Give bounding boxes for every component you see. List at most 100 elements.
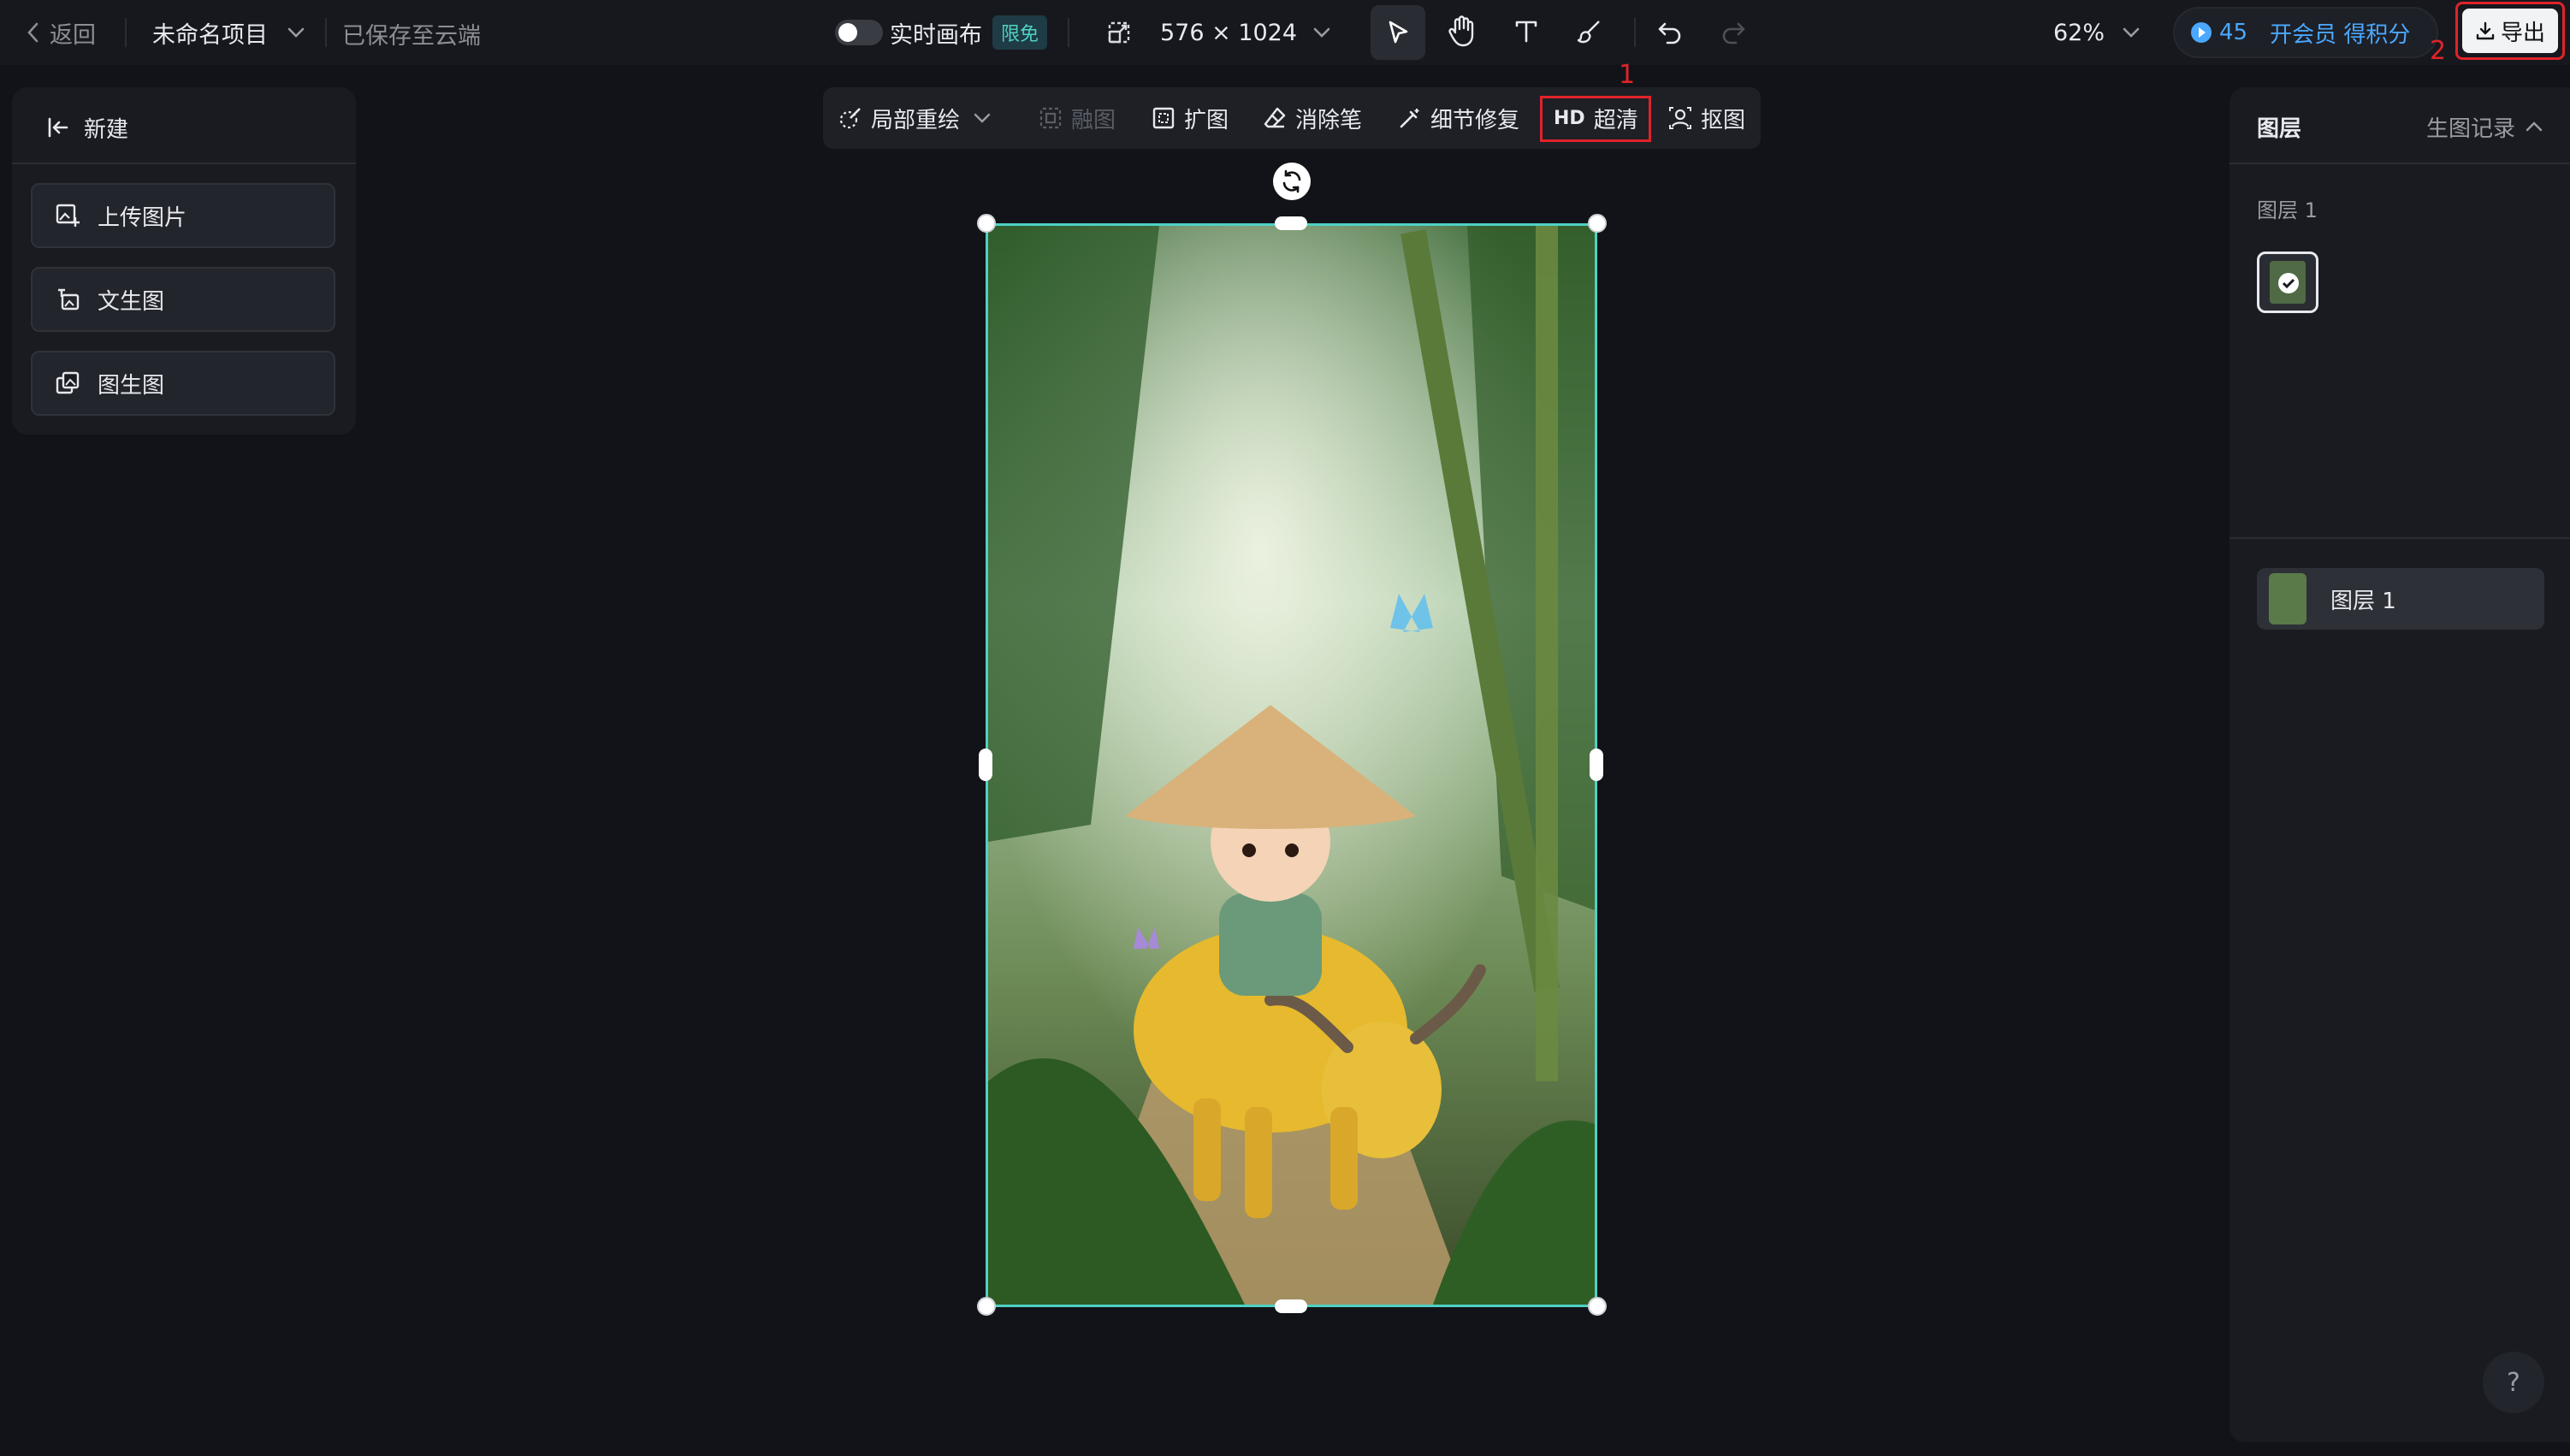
cutout-icon	[1669, 107, 1691, 129]
annotation-number-1: 1	[1619, 60, 1636, 90]
resize-handle-top-left[interactable]	[977, 214, 996, 233]
new-label: 新建	[84, 116, 129, 143]
canvas-image[interactable]	[986, 223, 1597, 1307]
credits-count: 45	[2219, 20, 2248, 45]
back-label: 返回	[50, 21, 96, 49]
expand-icon	[1152, 107, 1175, 129]
left-panel: 新建 上传图片 文生图 图生图	[12, 87, 356, 435]
highlight-box-1	[1540, 96, 1651, 142]
credit-coin-icon	[2191, 22, 2212, 43]
eraser-tool[interactable]: 消除笔	[1263, 87, 1362, 149]
resize-handle-left[interactable]	[979, 749, 992, 781]
upload-image-label: 上传图片	[98, 204, 187, 231]
brush-tool-button[interactable]	[1576, 17, 1603, 44]
hand-tool-button[interactable]	[1448, 14, 1477, 48]
select-tool-button[interactable]	[1371, 5, 1425, 60]
resize-handle-top[interactable]	[1275, 216, 1307, 230]
layer-group-title: 图层 1	[2257, 198, 2318, 222]
image-bamboo-forest-boy-ox	[988, 226, 1595, 1305]
detail-fix-tool[interactable]: 细节修复	[1398, 87, 1519, 149]
redo-button[interactable]	[1720, 17, 1747, 44]
zoom-dropdown[interactable]: 62%	[2053, 17, 2141, 48]
help-button[interactable]: ?	[2483, 1352, 2544, 1413]
zoom-value: 62%	[2053, 19, 2105, 46]
image-to-image-label: 图生图	[98, 372, 165, 399]
inpaint-tool[interactable]: 局部重绘	[838, 87, 991, 149]
inpaint-brush-icon	[839, 108, 861, 129]
history-thumbnail-selected[interactable]	[2257, 252, 2318, 313]
tab-generation-history[interactable]: 生图记录	[2426, 111, 2543, 142]
text-tool-button[interactable]	[1513, 17, 1540, 44]
expand-label: 扩图	[1184, 107, 1229, 133]
check-circle-icon	[2278, 273, 2299, 293]
divider	[325, 18, 327, 47]
cutout-tool[interactable]: 抠图	[1668, 87, 1745, 149]
resize-handle-top-right[interactable]	[1588, 214, 1607, 233]
export-button[interactable]: 导出	[2462, 9, 2558, 53]
inpaint-label: 局部重绘	[871, 107, 961, 133]
chevron-down-icon	[1313, 27, 1330, 38]
divider	[125, 18, 127, 47]
chevron-down-icon	[2123, 27, 2140, 38]
resize-handle-bottom-left[interactable]	[977, 1297, 996, 1316]
cursor-arrow-icon	[1389, 21, 1408, 44]
toggle-switch[interactable]	[835, 20, 883, 45]
chevron-left-icon	[27, 22, 38, 43]
divider	[1634, 18, 1636, 47]
layer-item-label: 图层 1	[2330, 588, 2396, 614]
image-to-image-icon	[56, 371, 80, 394]
project-name-dropdown[interactable]: 未命名项目	[152, 17, 305, 49]
expand-tool[interactable]: 扩图	[1152, 87, 1229, 149]
eraser-label: 消除笔	[1295, 107, 1363, 133]
rotate-handle[interactable]	[1273, 163, 1311, 200]
text-to-image-icon	[58, 288, 80, 311]
canvas-size-dropdown[interactable]: 576 × 1024	[1107, 17, 1331, 48]
realtime-label: 实时画布	[890, 21, 982, 49]
resize-icon	[1108, 21, 1130, 44]
divider	[2230, 163, 2570, 164]
upload-image-icon	[56, 204, 80, 227]
credits-vip-pill[interactable]: 45 开会员 得积分	[2173, 7, 2438, 58]
canvas-size-value: 576 × 1024	[1160, 19, 1298, 46]
rotate-icon	[1282, 169, 1301, 193]
tab-layers[interactable]: 图层	[2257, 111, 2301, 143]
new-header[interactable]: 新建	[46, 106, 128, 149]
divider	[12, 163, 356, 164]
chevron-down-icon	[974, 113, 991, 123]
detail-fix-label: 细节修复	[1430, 107, 1520, 133]
cutout-label: 抠图	[1701, 107, 1746, 133]
project-name: 未命名项目	[152, 21, 268, 49]
magic-wand-icon	[1400, 109, 1419, 128]
text-icon	[1515, 21, 1537, 43]
arrow-left-bar-icon	[48, 117, 68, 138]
undo-button[interactable]	[1656, 17, 1684, 44]
brush-icon	[1577, 21, 1600, 44]
image-to-image-button[interactable]: 图生图	[31, 351, 335, 416]
divider	[2230, 537, 2570, 539]
help-label: ?	[2507, 1367, 2520, 1398]
hand-icon	[1448, 15, 1474, 47]
resize-handle-bottom-right[interactable]	[1588, 1297, 1607, 1316]
chevron-up-icon	[2526, 121, 2543, 132]
chevron-down-icon	[287, 27, 305, 38]
download-icon	[2476, 21, 2495, 40]
vip-label[interactable]: 开会员 得积分	[2270, 17, 2410, 49]
free-badge: 限免	[992, 15, 1048, 50]
blend-icon	[1039, 107, 1062, 129]
history-label: 生图记录	[2426, 115, 2516, 142]
layer-item[interactable]: 图层 1	[2257, 568, 2544, 630]
resize-handle-right[interactable]	[1590, 749, 1603, 781]
layer-thumbnail	[2269, 573, 2306, 624]
redo-icon	[1722, 22, 1745, 44]
text-to-image-label: 文生图	[98, 288, 165, 315]
back-button[interactable]: 返回	[26, 17, 96, 49]
upload-image-button[interactable]: 上传图片	[31, 183, 335, 248]
blend-tool[interactable]: 融图	[1039, 87, 1116, 149]
top-bar: 返回 未命名项目 已保存至云端 实时画布 限免 576 × 1024 62% 4…	[0, 0, 2570, 66]
realtime-canvas-toggle[interactable]: 实时画布 限免	[835, 15, 1048, 50]
undo-icon	[1658, 22, 1681, 44]
right-panel: 图层 生图记录 图层 1 图层 1 ?	[2230, 87, 2570, 1442]
text-to-image-button[interactable]: 文生图	[31, 267, 335, 332]
resize-handle-bottom[interactable]	[1275, 1299, 1307, 1313]
divider	[1068, 18, 1069, 47]
